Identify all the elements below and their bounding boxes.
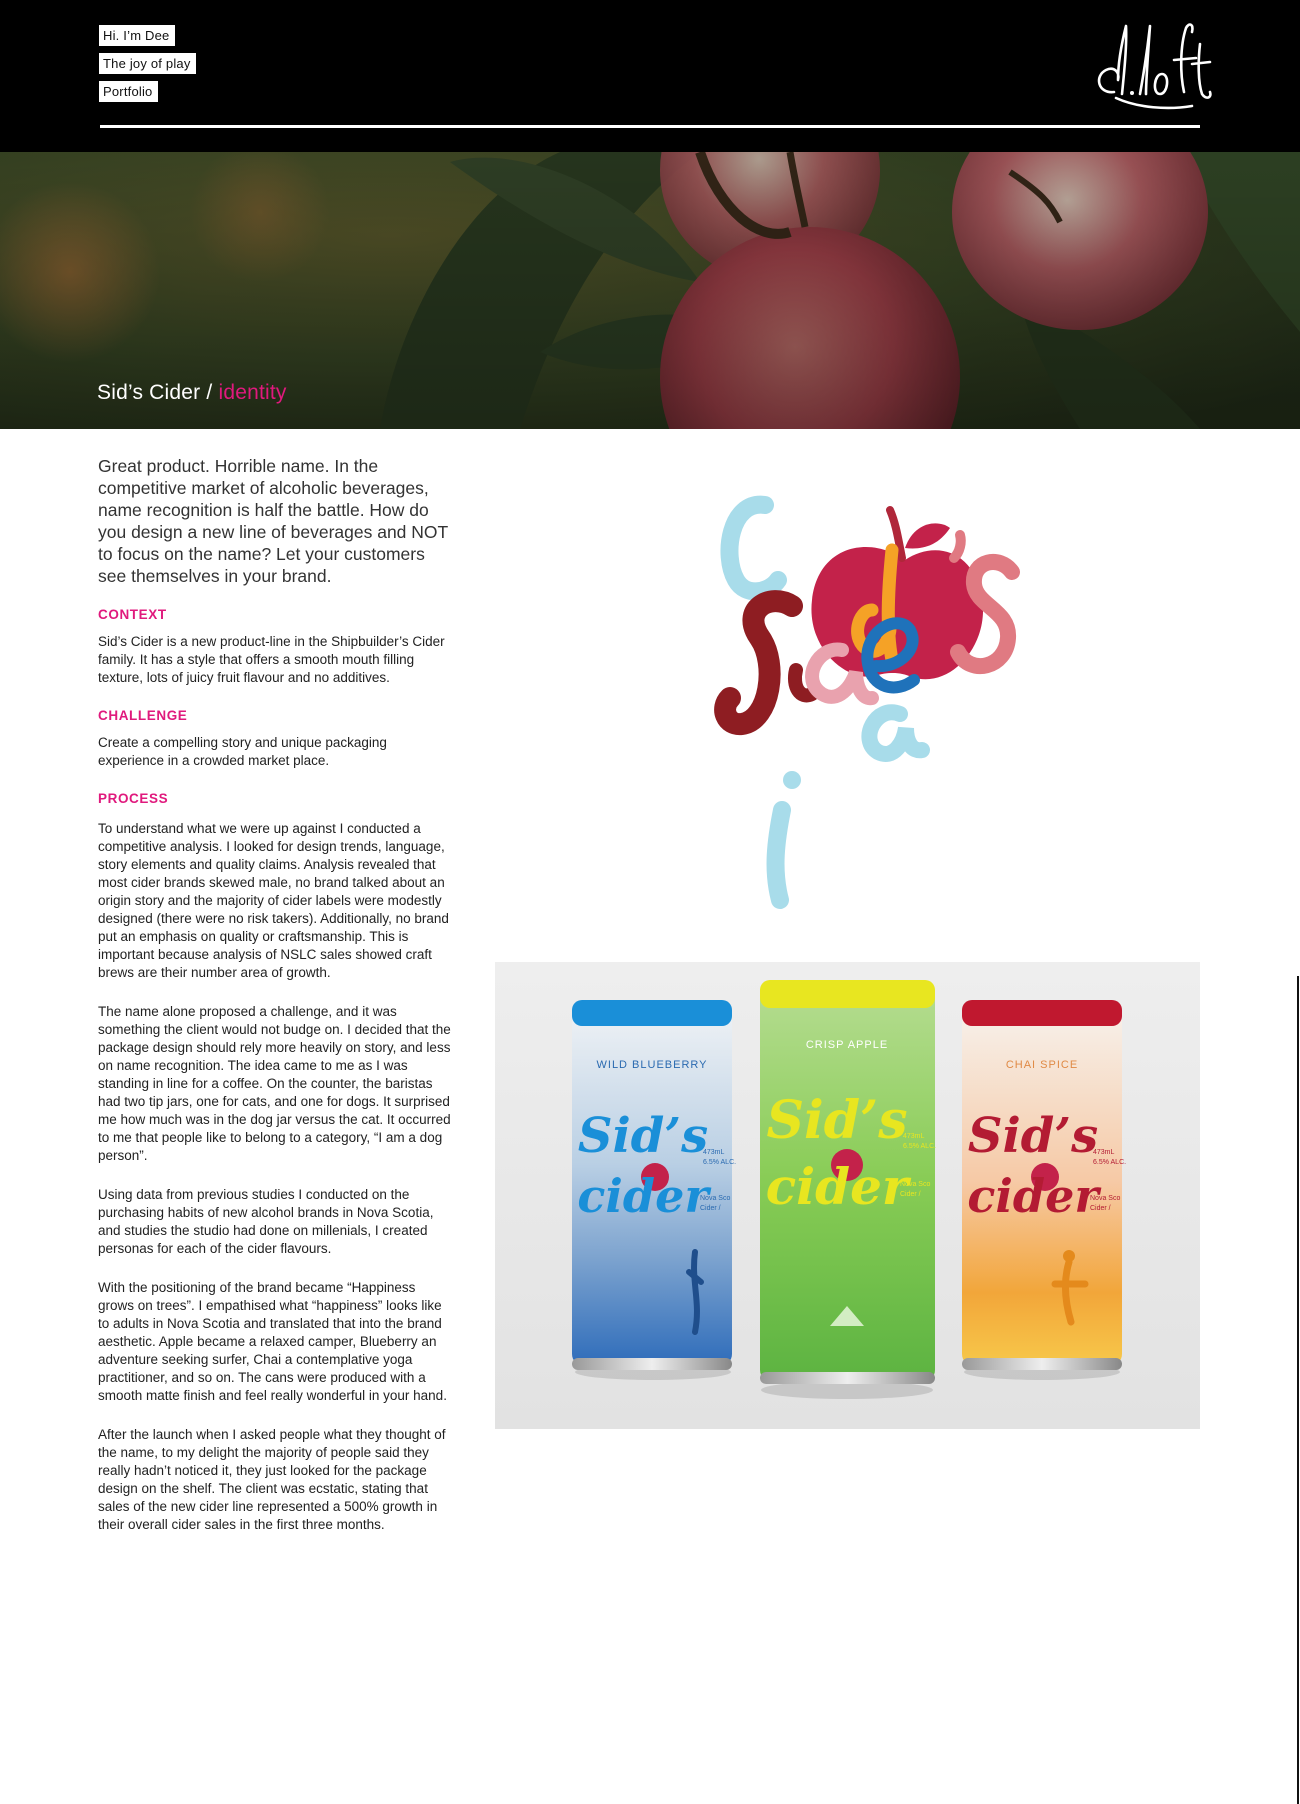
process-paragraph: After the launch when I asked people wha… — [98, 1427, 446, 1532]
nav-item-joy-of-play[interactable]: The joy of play — [99, 53, 196, 74]
can-abv: 6.5% ALC. — [903, 1143, 936, 1150]
can-brand-line2: cider — [577, 1169, 712, 1223]
page-title-category: identity — [218, 381, 287, 404]
nav-item-about[interactable]: Hi. I’m Dee — [99, 25, 175, 46]
can-volume: 473mL — [903, 1133, 925, 1140]
can-brand-line1: Sid’s — [578, 1108, 708, 1164]
can-product: Cider / — [700, 1205, 721, 1212]
can-flavour-label: CRISP APPLE — [806, 1039, 888, 1051]
process-paragraph: To understand what we were up against I … — [98, 821, 449, 980]
can-flavour-label: CHAI SPICE — [1006, 1059, 1078, 1071]
can-brand-line1: Sid’s — [968, 1108, 1098, 1164]
site-header: Hi. I’m Dee The joy of play Portfolio — [0, 0, 1300, 152]
header-divider — [100, 125, 1200, 128]
can-flavour-label: WILD BLUEBERRY — [597, 1059, 708, 1071]
can-wild-blueberry: WILD BLUEBERRY Sid’s cider 473mL 6.5% AL… — [572, 1000, 736, 1370]
process-paragraph: The name alone proposed a challenge, and… — [98, 1004, 451, 1163]
can-origin: Nova Sco — [900, 1181, 930, 1188]
nav-item-portfolio[interactable]: Portfolio — [99, 81, 158, 102]
can-abv: 6.5% ALC. — [703, 1159, 736, 1166]
can-chai-spice: CHAI SPICE Sid’s cider 473mL 6.5% ALC. N… — [962, 1000, 1126, 1370]
can-volume: 473mL — [1093, 1149, 1115, 1156]
page-title: Sid’s Cider / identity — [97, 381, 287, 405]
page-title-separator: / — [200, 381, 219, 404]
process-heading: PROCESS — [98, 791, 169, 806]
process-paragraph: Using data from previous studies I condu… — [98, 1187, 434, 1256]
can-volume: 473mL — [703, 1149, 725, 1156]
can-origin: Nova Sco — [700, 1195, 730, 1202]
context-text: Sid’s Cider is a new product-line in the… — [98, 634, 445, 685]
sids-cider-letter-artwork — [714, 495, 1020, 909]
intro-lead: Great product. Horrible name. In the com… — [98, 456, 448, 586]
cider-cans-image: WILD BLUEBERRY Sid’s cider 473mL 6.5% AL… — [495, 962, 1200, 1429]
dloft-logo — [1097, 23, 1212, 110]
main-nav: Hi. I’m Dee The joy of play Portfolio — [99, 25, 196, 102]
product-cans-photo: WILD BLUEBERRY Sid’s cider 473mL 6.5% AL… — [495, 962, 1200, 1429]
page-title-main: Sid’s Cider — [97, 381, 201, 404]
can-product: Cider / — [900, 1191, 921, 1198]
can-brand-line1: Sid’s — [766, 1090, 907, 1151]
can-crisp-apple: CRISP APPLE Sid’s cider 473mL 6.5% ALC. … — [760, 980, 936, 1384]
context-heading: CONTEXT — [98, 607, 167, 622]
can-origin: Nova Sco — [1090, 1195, 1120, 1202]
can-brand-line2: cider — [967, 1169, 1102, 1223]
can-brand-line2: cider — [766, 1157, 912, 1216]
can-product: Cider / — [1090, 1205, 1111, 1212]
scrollbar-edge — [1297, 976, 1299, 1804]
challenge-text: Create a compelling story and unique pac… — [98, 735, 387, 768]
challenge-heading: CHALLENGE — [98, 708, 188, 723]
process-paragraph: With the positioning of the brand became… — [98, 1280, 447, 1403]
can-abv: 6.5% ALC. — [1093, 1159, 1126, 1166]
case-study-text: Great product. Horrible name. In the com… — [98, 455, 454, 1555]
